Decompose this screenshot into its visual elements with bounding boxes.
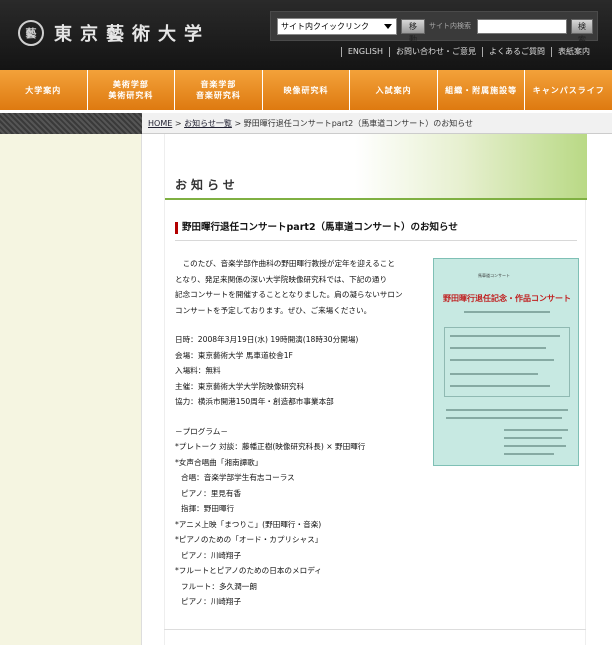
left-sidebar: [0, 134, 142, 645]
poster-text-line: [450, 385, 550, 387]
university-seal-icon: 藝: [18, 20, 44, 46]
program-item: 合唱：音楽学部学生有志コーラス: [181, 473, 295, 482]
nav-item-fine-arts[interactable]: 美術学部 美術研究科: [87, 70, 176, 110]
program-item: ピアノ：里見有香: [181, 488, 242, 498]
poster-text-line: [504, 437, 562, 439]
article-body: このたび、音楽学部作曲科の野田暉行教授が定年を迎えること となり、発足来関係の深…: [175, 256, 429, 610]
article-title: 野田暉行退任コンサートpart2（馬車道コンサート）のお知らせ: [175, 221, 577, 241]
event-detail: 入場料：無料: [175, 366, 221, 375]
breadcrumb-news[interactable]: お知らせ一覧: [184, 119, 232, 128]
poster-text-line: [450, 347, 546, 349]
program-heading: －プログラム－: [175, 426, 228, 436]
breadcrumb: HOME > お知らせ一覧 > 野田暉行退任コンサートpart2（馬車道コンサー…: [142, 113, 612, 134]
program-item: フルート：多久潤一朗: [181, 581, 257, 591]
poster-text-line: [450, 335, 560, 337]
university-name: 東京藝術大学: [54, 24, 210, 45]
program-item: ピアノ：川崎翔子: [181, 597, 242, 606]
program-item: *ピアノのための「オード・カプリシャス」: [175, 535, 323, 544]
nav-item-film[interactable]: 映像研究科: [262, 70, 351, 110]
nav-item-admissions[interactable]: 入試案内: [350, 70, 438, 110]
site-search-input[interactable]: [477, 19, 567, 34]
util-link-faq[interactable]: よくあるご質問: [482, 47, 551, 57]
content-panel: お知らせ 野田暉行退任コンサートpart2（馬車道コンサート）のお知らせ このた…: [164, 134, 587, 645]
go-button[interactable]: 移動: [401, 19, 425, 44]
poster-text-line: [464, 311, 550, 313]
util-link-contact[interactable]: お問い合わせ・ご意見: [389, 47, 482, 57]
program-item: *フルートとピアノのための日本のメロディ: [175, 566, 322, 575]
site-header: 藝 東京藝術大学 サイト内クイックリンク 移動 サイト内検索 検索 ENGLIS…: [0, 0, 612, 70]
section-banner: お知らせ: [165, 134, 587, 200]
intro-line: コンサートを予定しております。ぜひ、ご来場ください。: [175, 305, 372, 315]
poster-text-line: [446, 409, 568, 411]
main-content: お知らせ 野田暉行退任コンサートpart2（馬車道コンサート）のお知らせ このた…: [142, 134, 612, 645]
breadcrumb-separator: >: [231, 119, 244, 128]
intro-line: 記念コンサートを開催することとなりました。肩の凝らないサロン: [175, 290, 403, 299]
poster-label: 馬車道コンサート: [478, 273, 510, 278]
nav-item-about[interactable]: 大学案内: [0, 70, 88, 110]
breadcrumb-current: 野田暉行退任コンサートpart2（馬車道コンサート）のお知らせ: [243, 119, 474, 128]
program-item: *女声合唱曲「湘南譚歌」: [175, 457, 263, 467]
breadcrumb-separator: >: [172, 119, 185, 128]
concert-poster-image: 馬車道コンサート 野田暉行退任記念・作品コンサート: [433, 258, 579, 466]
utility-links: ENGLISH お問い合わせ・ご意見 よくあるご質問 表紙案内: [340, 47, 596, 57]
site-logo[interactable]: 藝 東京藝術大学: [18, 18, 210, 48]
event-detail: 会場：東京藝術大学 馬車道校舎1F: [175, 350, 293, 360]
header-search-area: サイト内クイックリンク 移動 サイト内検索 検索: [270, 11, 598, 44]
left-stripe-decoration: [0, 113, 142, 134]
intro-line: このたび、音楽学部作曲科の野田暉行教授が定年を迎えること: [175, 259, 395, 268]
content-divider: [164, 629, 586, 630]
util-link-guide[interactable]: 表紙案内: [551, 47, 596, 57]
event-detail: 協力：横浜市開港150周年・創造都市事業本部: [175, 397, 334, 406]
nav-item-campus-life[interactable]: キャンパスライフ: [525, 70, 612, 110]
intro-line: となり、発足来関係の深い大学院映像研究科では、下記の通り: [175, 274, 388, 284]
poster-text-line: [450, 359, 554, 361]
program-item: ピアノ：川崎翔子: [181, 550, 242, 560]
search-button[interactable]: 検索: [571, 19, 593, 44]
program-item: *プレトーク 対談：藤幡正樹(映像研究科長) × 野田暉行: [175, 442, 366, 451]
quicklink-select[interactable]: サイト内クイックリンク: [277, 18, 397, 35]
page-title: お知らせ: [175, 178, 239, 192]
main-nav: 大学案内 美術学部 美術研究科 音楽学部 音楽研究科 映像研究科 入試案内 組織…: [0, 70, 612, 110]
breadcrumb-home[interactable]: HOME: [148, 119, 172, 128]
poster-text-line: [504, 445, 566, 447]
poster-text-line: [450, 373, 538, 375]
util-link-english[interactable]: ENGLISH: [340, 47, 389, 57]
poster-title: 野田暉行退任記念・作品コンサート: [443, 294, 571, 303]
site-search-label: サイト内検索: [429, 22, 471, 30]
poster-text-line: [446, 417, 562, 419]
nav-item-music[interactable]: 音楽学部 音楽研究科: [175, 70, 263, 110]
event-detail: 日時：2008年3月19日(水) 19時開演(18時30分開場): [175, 335, 359, 344]
poster-text-line: [504, 429, 568, 431]
event-detail: 主催：東京藝術大学大学院映像研究科: [175, 381, 305, 391]
poster-text-line: [504, 453, 554, 455]
program-item: 指揮：野田暉行: [181, 504, 235, 513]
nav-item-organization[interactable]: 組織・附属施設等: [437, 70, 526, 110]
program-item: *アニメ上映「まつりこ」(野田暉行・音楽): [175, 519, 322, 529]
